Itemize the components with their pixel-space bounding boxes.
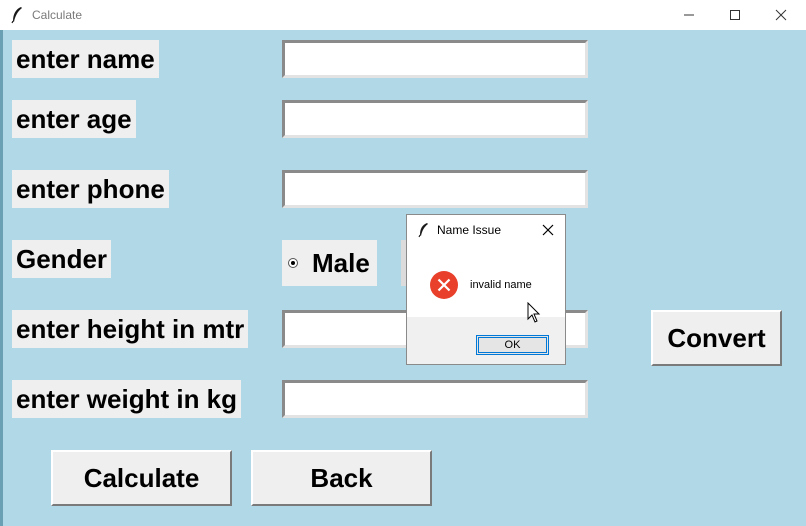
weight-field[interactable] [285,383,585,415]
error-icon [430,271,458,299]
name-issue-dialog: Name Issue invalid name OK [406,214,566,365]
gender-male-radio[interactable]: Male [282,240,377,286]
dialog-message: invalid name [470,279,532,291]
weight-label: enter weight in kg [12,380,242,418]
gender-male-label: Male [312,248,370,278]
phone-field-frame [282,170,588,208]
age-field-frame [282,100,588,138]
name-label: enter name [12,40,159,78]
close-button[interactable] [758,0,804,30]
name-field[interactable] [285,43,585,75]
feather-icon [418,223,428,238]
dialog-body: invalid name [407,245,565,317]
weight-field-frame [282,380,588,418]
window-edge [0,30,3,526]
radio-selected-icon [288,258,298,268]
mouse-cursor-icon [527,302,541,323]
window-titlebar: Calculate [0,0,806,30]
phone-field[interactable] [285,173,585,205]
height-label: enter height in mtr [12,310,249,348]
maximize-icon [730,10,740,20]
back-button[interactable]: Back [251,450,432,506]
dialog-close-icon[interactable] [539,221,557,239]
feather-icon [11,7,22,24]
minimize-button[interactable] [666,0,712,30]
dialog-titlebar: Name Issue [407,215,565,245]
phone-label: enter phone [12,170,169,208]
dialog-title: Name Issue [437,223,502,237]
minimize-icon [684,14,694,16]
calculate-button[interactable]: Calculate [51,450,232,506]
window-title: Calculate [32,8,83,22]
maximize-button[interactable] [712,0,758,30]
close-icon [775,9,787,21]
age-field[interactable] [285,103,585,135]
age-label: enter age [12,100,136,138]
gender-label: Gender [12,240,112,278]
name-field-frame [282,40,588,78]
convert-button[interactable]: Convert [651,310,782,366]
ok-button[interactable]: OK [476,335,549,355]
